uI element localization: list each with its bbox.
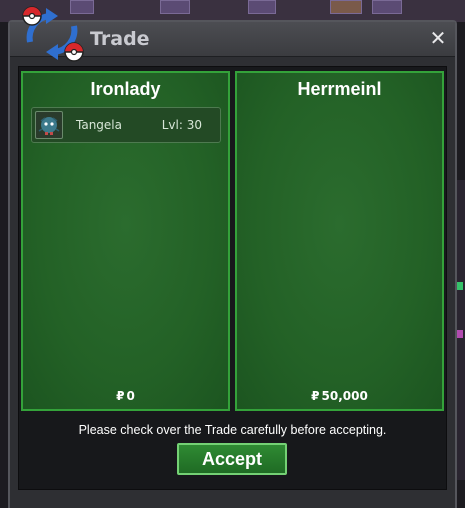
partner-offer-panel: Herrmeinl ₽50,000 [235,71,444,411]
pokedollar-icon: ₽ [311,389,320,403]
accept-button[interactable]: Accept [177,443,287,475]
trade-window: Trade ✕ Ironlady Tangela Lvl: 30 ₽ 0 Her… [8,6,457,508]
money-offer-right: ₽50,000 [237,389,442,403]
tangela-icon [35,111,63,139]
trade-swap-icon [22,6,84,62]
trade-content: Ironlady Tangela Lvl: 30 ₽0 Herrmeinl ₽ … [18,66,447,490]
my-offer-panel: Ironlady Tangela Lvl: 30 ₽0 [21,71,230,411]
background-tile [160,0,190,14]
pokedollar-icon: ₽ [116,389,125,403]
window-title: Trade [90,28,150,50]
item-name: Tangela [76,118,122,132]
close-button[interactable]: ✕ [427,27,449,49]
money-amount-right: 50,000 [321,389,368,403]
trade-item-row[interactable]: Tangela Lvl: 30 [31,107,221,143]
player-name-right: Herrmeinl [297,79,382,99]
player-name-left: Ironlady [90,79,161,99]
item-level: Lvl: 30 [161,118,202,132]
background-tile [372,0,402,14]
background-tile [330,0,362,14]
trade-notice: Please check over the Trade carefully be… [78,423,387,437]
money-offer-left: ₽0 [23,389,228,403]
background-tile [248,0,276,14]
money-amount-left: 0 [126,389,135,403]
